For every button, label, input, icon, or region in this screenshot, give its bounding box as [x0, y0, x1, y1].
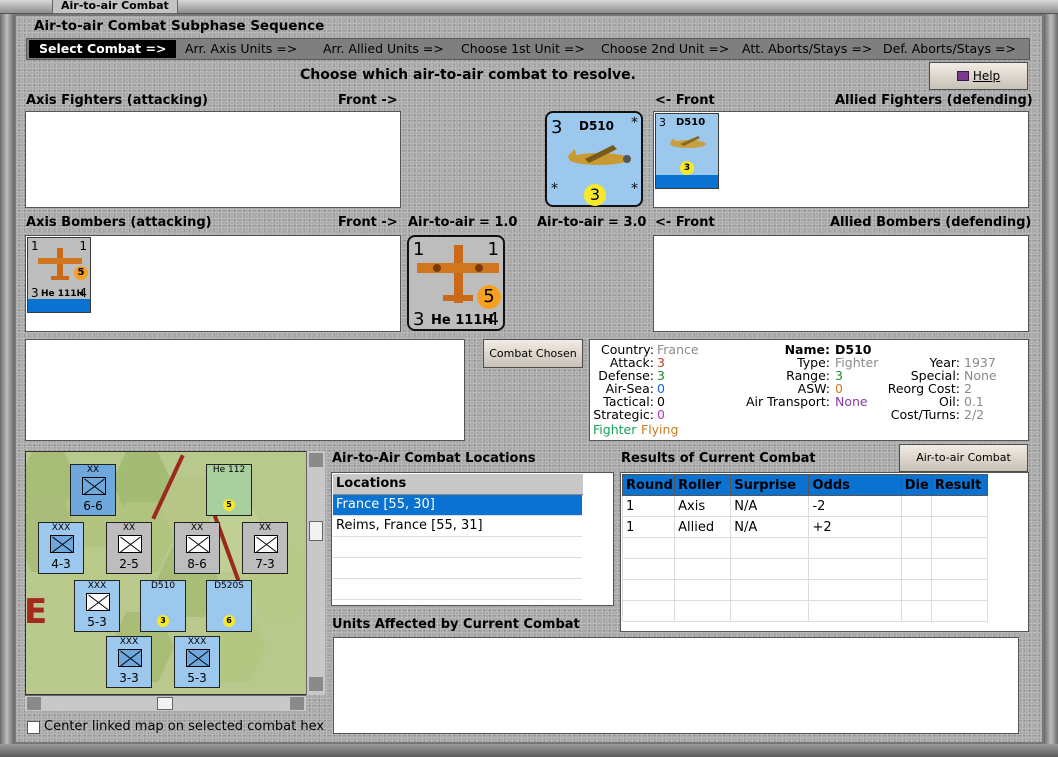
allied-bombers-label: Allied Bombers (defending) [830, 215, 1032, 230]
seq-step-select-combat[interactable]: Select Combat => [29, 40, 177, 58]
seq-step-choose-second[interactable]: Choose 2nd Unit => [601, 41, 729, 56]
window-title: Air-to-air Combat [52, 0, 178, 14]
map-unit[interactable]: XXX 4-3 [38, 522, 84, 574]
allied-fighter-counter-large[interactable]: 3 D510 * * 3 * [545, 111, 643, 207]
units-affected-panel[interactable] [333, 637, 1019, 734]
units-affected-title: Units Affected by Current Combat [332, 617, 580, 632]
col-odds[interactable]: Odds [808, 474, 902, 496]
result-row [621, 579, 989, 601]
map-horizontal-scrollbar[interactable] [25, 695, 306, 711]
plane-icon [670, 136, 706, 148]
col-die[interactable]: Die [900, 474, 932, 496]
book-icon [956, 71, 969, 81]
map-air-unit[interactable]: D510 3 [140, 580, 186, 632]
map-air-unit[interactable]: D520S 6 [206, 580, 252, 632]
map-unit[interactable]: XX 8-6 [174, 522, 220, 574]
axis-fighters-label: Axis Fighters (attacking) [26, 93, 208, 108]
allied-bombers-panel[interactable] [653, 235, 1029, 332]
help-button[interactable]: Help [929, 62, 1028, 90]
seq-step-def-aborts[interactable]: Def. Aborts/Stays => [883, 41, 1016, 56]
location-row[interactable] [333, 579, 582, 600]
allied-fighters-front: <- Front [655, 93, 715, 108]
plane-icon [567, 145, 631, 165]
axis-air-to-air-value: Air-to-air = 1.0 [408, 215, 518, 230]
axis-bombers-front: Front -> [338, 215, 398, 230]
scroll-right-arrow-icon[interactable] [290, 697, 304, 710]
sequence-bar: Select Combat => Arr. Axis Units => Arr.… [26, 38, 1030, 60]
col-roller[interactable]: Roller [674, 474, 732, 496]
allied-fighters-label: Allied Fighters (defending) [835, 93, 1033, 108]
locations-list[interactable]: Locations France [55, 30] Reims, France … [331, 472, 614, 606]
seq-step-choose-first[interactable]: Choose 1st Unit => [461, 41, 585, 56]
seq-step-arr-allied[interactable]: Arr. Allied Units => [323, 41, 444, 56]
map-label-fragment: E [25, 592, 48, 632]
location-row[interactable]: Reims, France [55, 31] [333, 516, 582, 537]
result-row: 1 Allied N/A +2 [621, 516, 989, 538]
col-round[interactable]: Round [621, 474, 676, 496]
location-row[interactable] [333, 558, 582, 579]
info-tag-fighter: Fighter [593, 422, 637, 437]
scroll-left-arrow-icon[interactable] [27, 697, 41, 710]
sequence-group-title: Air-to-air Combat Subphase Sequence [34, 18, 325, 34]
allied-air-to-air-value: Air-to-air = 3.0 [537, 215, 647, 230]
info-cost: 2/2 [964, 407, 985, 422]
unit-info-panel: Country: France Attack: 3 Defense: 3 Air… [589, 339, 1029, 441]
result-row [621, 600, 989, 622]
axis-bombers-panel[interactable]: 1 1 5 3 He 111H 4 [25, 235, 401, 332]
results-table: Round Roller Surprise Odds Die Result 1A… [621, 474, 989, 622]
help-label: Help [972, 69, 1001, 83]
combat-chosen-button[interactable]: Combat Chosen [483, 339, 583, 368]
instruction-text: Choose which air-to-air combat to resolv… [300, 67, 636, 83]
map-unit[interactable]: XX 7-3 [242, 522, 288, 574]
map-unit[interactable]: XXX 5-3 [174, 636, 220, 688]
result-row [621, 537, 989, 559]
combat-notes-panel [25, 339, 465, 441]
map-unit[interactable]: XX 2-5 [106, 522, 152, 574]
locations-header[interactable]: Locations [333, 474, 583, 495]
map-unit[interactable]: XXX 5-3 [74, 580, 120, 632]
result-row: 1 Axis N/A -2 [621, 495, 989, 517]
right-frame-rail [1044, 14, 1058, 744]
result-row [621, 558, 989, 580]
axis-bomber-counter-small[interactable]: 1 1 5 3 He 111H 4 [27, 237, 91, 313]
title-bar: Air-to-air Combat [0, 0, 1058, 14]
location-row[interactable]: France [55, 30] [333, 495, 582, 516]
bottom-frame-rail [0, 744, 1058, 757]
center-map-label: Center linked map on selected combat hex [44, 719, 325, 734]
info-strategic: 0 [657, 407, 665, 422]
seq-step-arr-axis[interactable]: Arr. Axis Units => [185, 41, 297, 56]
info-tag-flying: Flying [641, 422, 679, 437]
map-vertical-scrollbar[interactable] [306, 451, 325, 695]
scroll-thumb[interactable] [157, 697, 173, 710]
scroll-up-arrow-icon[interactable] [309, 453, 323, 467]
col-surprise[interactable]: Surprise [730, 474, 810, 496]
axis-fighters-front: Front -> [338, 93, 398, 108]
linked-map[interactable]: E XXX 4-3 XX 2-5 XX 8-6 XX 7-3 XXX 5-3 XXX 3-3… [25, 451, 325, 695]
air-combat-chart-button[interactable]: Air-to-air Combat Chart [899, 444, 1028, 490]
seq-step-att-aborts[interactable]: Att. Aborts/Stays => [742, 41, 872, 56]
axis-fighters-panel[interactable] [25, 111, 401, 208]
results-title: Results of Current Combat [621, 451, 816, 466]
axis-bombers-label: Axis Bombers (attacking) [26, 215, 212, 230]
col-result[interactable]: Result [930, 474, 989, 496]
center-map-checkbox[interactable] [27, 721, 40, 734]
map-air-unit[interactable]: He 112 5 [206, 464, 252, 516]
allied-fighter-counter-small[interactable]: 3 D510 3 [655, 113, 719, 189]
left-frame-rail [0, 14, 14, 744]
scroll-thumb[interactable] [309, 521, 323, 541]
location-row[interactable] [333, 537, 582, 558]
locations-title: Air-to-Air Combat Locations [332, 451, 536, 466]
allied-fighters-panel[interactable]: 3 D510 3 [653, 111, 1029, 208]
results-table-panel: Round Roller Surprise Odds Die Result 1A… [620, 472, 1029, 632]
info-air-transport: None [835, 394, 868, 409]
scroll-down-arrow-icon[interactable] [309, 677, 323, 691]
axis-bomber-counter-large[interactable]: 1 1 5 3 He 111H 4 [407, 235, 505, 331]
allied-bombers-front: <- Front [655, 215, 715, 230]
map-unit[interactable]: XXX 3-3 [106, 636, 152, 688]
map-unit[interactable]: XX 6-6 [70, 464, 116, 516]
